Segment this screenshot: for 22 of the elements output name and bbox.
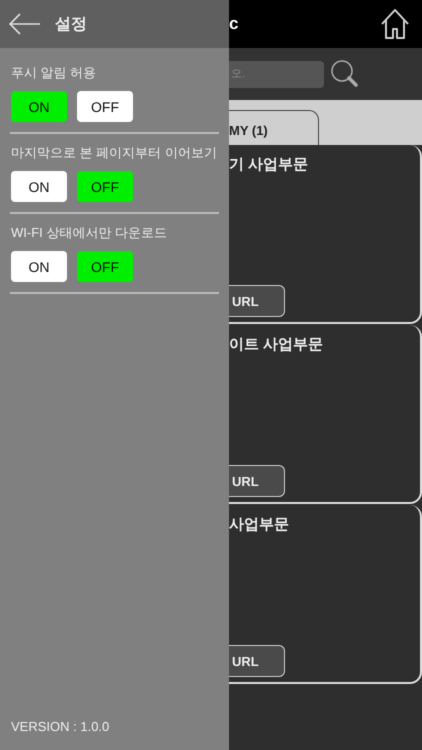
setting-label: 마지막으로 본 페이지부터 이어보기 xyxy=(10,144,218,162)
card-title: 사업부문 xyxy=(229,515,290,534)
setting-label: WI-FI 상태에서만 다운로드 xyxy=(10,224,168,242)
setting-label: 푸시 알림 허용 xyxy=(10,64,98,82)
toggle-option-button[interactable]: OFF xyxy=(77,91,133,122)
search-icon[interactable] xyxy=(330,59,360,89)
toggle-option-button[interactable]: ON xyxy=(11,171,67,202)
toggle-option-button[interactable]: OFF xyxy=(77,251,133,282)
card-title: 이트 사업부문 xyxy=(229,335,324,354)
home-icon[interactable] xyxy=(380,8,410,40)
version-text: VERSION : 1.0.0 xyxy=(10,719,110,734)
toggle-option-button[interactable]: OFF xyxy=(77,171,133,202)
back-arrow-icon[interactable] xyxy=(9,13,41,35)
toggle-option-button[interactable]: ON xyxy=(11,251,67,282)
tab[interactable]: MY (1) xyxy=(229,110,319,145)
header-title: c xyxy=(229,14,238,34)
toggle-option-button[interactable]: ON xyxy=(11,91,67,122)
url-button[interactable]: URL xyxy=(229,645,285,677)
url-button[interactable]: URL xyxy=(229,285,285,317)
url-button[interactable]: URL xyxy=(229,465,285,497)
card-title: 기 사업부문 xyxy=(229,155,310,174)
drawer-title: 설정 xyxy=(55,14,87,34)
